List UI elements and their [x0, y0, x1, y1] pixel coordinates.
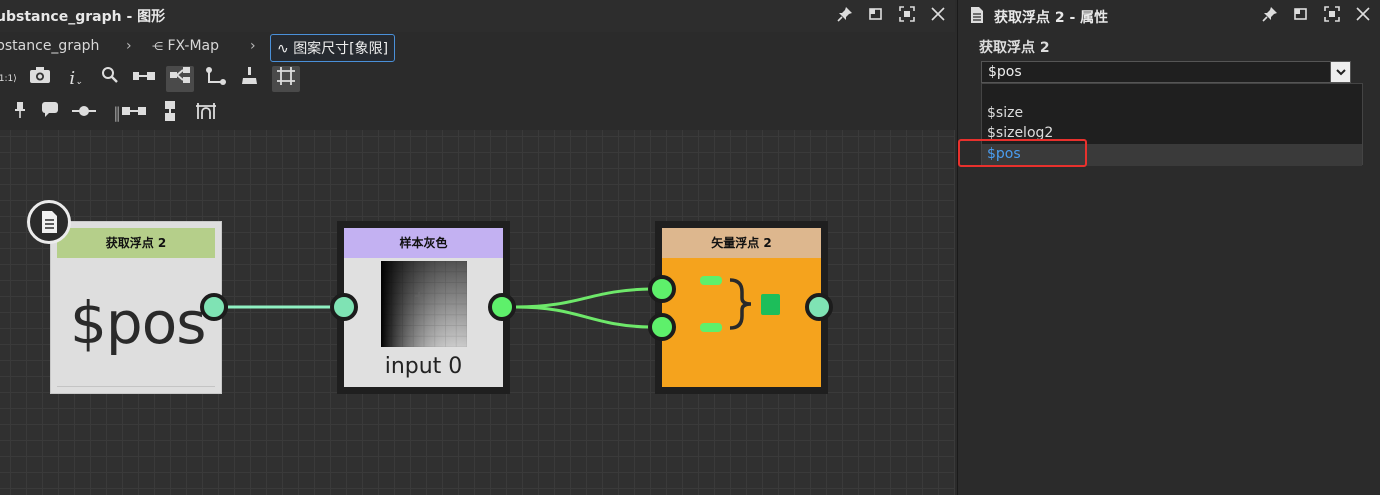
node-header: 获取浮点 2 [57, 228, 215, 258]
wire-sample-to-vector-y [515, 305, 651, 329]
node-value: input 0 [384, 354, 463, 379]
search-icon[interactable] [96, 66, 124, 92]
property-select[interactable]: $pos [981, 61, 1351, 83]
document-icon[interactable] [27, 200, 71, 244]
toolbar-primary: ⟨1:1⟩ i⌄ [0, 66, 955, 98]
graph-title: ubstance_graph - 图形 [0, 9, 166, 25]
properties-window-buttons [1261, 6, 1372, 24]
pin-node-icon[interactable] [6, 100, 34, 126]
input-port-x[interactable] [648, 275, 676, 303]
align-nodes-icon[interactable] [130, 66, 158, 92]
output-port[interactable] [805, 293, 833, 321]
route-icon[interactable] [202, 66, 230, 92]
chevron-right-icon: › [250, 38, 256, 54]
maximize-icon[interactable] [898, 6, 916, 24]
option-size[interactable]: $size [987, 105, 1023, 121]
node-get-float[interactable]: 获取浮点 2 $pos [50, 221, 222, 394]
breadcrumb-item-fxmap[interactable]: ⋲ FX-Map [152, 38, 219, 54]
close-icon[interactable] [929, 6, 947, 24]
node-header: 样本灰色 [344, 228, 503, 258]
restore-icon[interactable] [867, 6, 885, 24]
merge-vector-icon [700, 276, 780, 332]
breadcrumb-item-graph[interactable]: bstance_graph [0, 38, 99, 54]
node-vector-float[interactable]: 矢量浮点 2 [655, 221, 828, 394]
node-value: $pos [70, 289, 206, 357]
stack-frame-icon[interactable] [192, 100, 220, 126]
toolbar-secondary: ‖ [0, 100, 955, 132]
graph-canvas[interactable]: 获取浮点 2 $pos 样本灰色 input 0 矢量浮点 2 [0, 130, 955, 495]
graph-window-buttons [836, 6, 947, 24]
info-icon[interactable]: i⌄ [62, 66, 90, 92]
clean-brush-icon[interactable] [236, 66, 264, 92]
app-window: ubstance_graph - 图形 bstance_graph › ⋲ FX… [0, 0, 1380, 495]
restore-icon[interactable] [1292, 6, 1310, 24]
wave-icon: ∿ [277, 41, 289, 57]
output-port[interactable] [488, 293, 516, 321]
pin-icon[interactable] [836, 6, 854, 24]
node-sample-gray[interactable]: 样本灰色 input 0 [337, 221, 510, 394]
annotation-highlight [958, 139, 1087, 167]
zoom-1-1-icon[interactable]: ⟨1:1⟩ [0, 66, 20, 92]
chevron-right-icon: › [126, 38, 132, 54]
breadcrumb-label: 图案尺寸[象限] [293, 41, 389, 57]
wire-sample-to-vector-x [515, 287, 651, 309]
gradient-thumbnail [381, 261, 467, 347]
close-icon[interactable] [1354, 6, 1372, 24]
graph-panel: ubstance_graph - 图形 bstance_graph › ⋲ FX… [0, 0, 955, 495]
breadcrumb-item-current[interactable]: ∿ 图案尺寸[象限] [270, 34, 396, 62]
breadcrumb: bstance_graph › ⋲ FX-Map › ∿ 图案尺寸[象限] [0, 32, 955, 64]
node-header: 矢量浮点 2 [662, 228, 821, 258]
frame-icon[interactable] [272, 66, 300, 92]
fxmap-icon: ⋲ [152, 40, 163, 53]
chevron-down-icon[interactable] [1330, 62, 1350, 82]
properties-panel: 获取浮点 2 - 属性 获取浮点 2 $pos $size $sizelog2 … [957, 0, 1380, 495]
breadcrumb-label: FX-Map [167, 38, 219, 54]
layout-tree-icon[interactable] [166, 66, 194, 92]
comment-icon[interactable] [36, 100, 64, 126]
properties-title: 获取浮点 2 - 属性 [994, 10, 1109, 26]
pin-icon[interactable] [1261, 6, 1279, 24]
camera-icon[interactable] [26, 66, 54, 92]
maximize-icon[interactable] [1323, 6, 1341, 24]
select-value: $pos [988, 64, 1022, 80]
property-label: 获取浮点 2 [979, 40, 1050, 56]
input-port[interactable] [330, 293, 358, 321]
input-port-y[interactable] [648, 313, 676, 341]
split-icon[interactable] [156, 100, 184, 126]
dot-node-icon[interactable] [70, 100, 98, 126]
graph-titlebar: ubstance_graph - 图形 [0, 0, 955, 32]
document-icon [970, 6, 984, 24]
output-port[interactable] [200, 293, 228, 321]
link-nodes-icon[interactable] [120, 100, 148, 126]
